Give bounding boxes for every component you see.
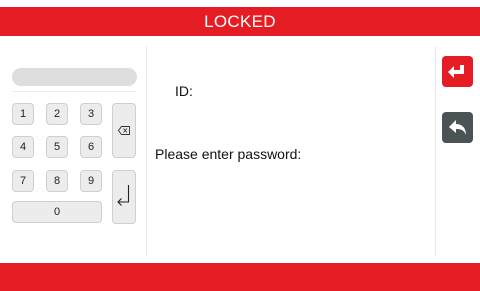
- key-2[interactable]: 2: [46, 103, 68, 125]
- backspace-button[interactable]: [112, 103, 136, 158]
- key-8[interactable]: 8: [46, 170, 68, 192]
- key-9[interactable]: 9: [80, 170, 102, 192]
- confirm-button[interactable]: [442, 56, 473, 87]
- keypad-divider: [12, 91, 137, 92]
- backspace-icon: [118, 126, 130, 135]
- footer-bar: [0, 263, 480, 291]
- back-arrow-icon: [448, 119, 466, 135]
- back-button[interactable]: [442, 112, 473, 143]
- password-prompt: Please enter password:: [155, 146, 302, 162]
- key-1[interactable]: 1: [12, 103, 34, 125]
- password-display: [12, 68, 137, 86]
- key-0[interactable]: 0: [12, 201, 102, 223]
- key-7[interactable]: 7: [12, 170, 34, 192]
- enter-icon: [117, 185, 130, 206]
- key-3[interactable]: 3: [80, 103, 102, 125]
- title-bar: LOCKED: [0, 7, 480, 36]
- enter-key[interactable]: [112, 170, 136, 224]
- id-label: ID:: [175, 83, 193, 99]
- enter-icon: [447, 64, 464, 78]
- key-5[interactable]: 5: [46, 136, 68, 158]
- page-title: LOCKED: [204, 11, 276, 31]
- panel-divider-left: [146, 46, 147, 256]
- key-6[interactable]: 6: [80, 136, 102, 158]
- panel-divider-right: [435, 46, 436, 256]
- key-4[interactable]: 4: [12, 136, 34, 158]
